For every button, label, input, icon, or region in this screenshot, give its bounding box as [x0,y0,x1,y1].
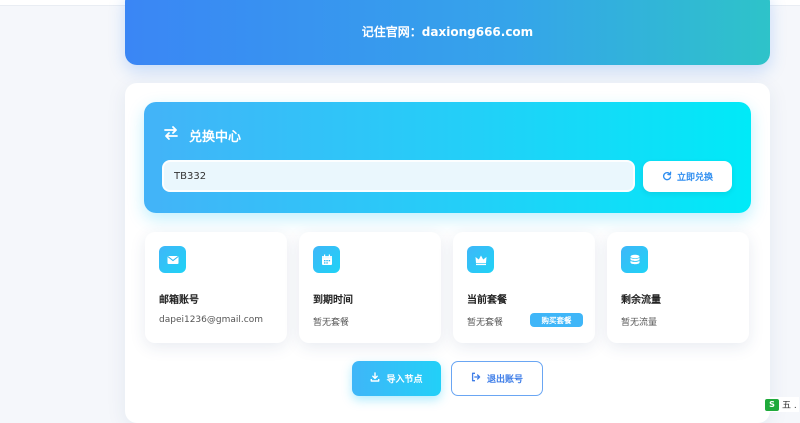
redeem-now-label: 立即兑换 [676,172,713,182]
stat-card-traffic: 剩余流量 暂无流量 [607,232,749,343]
stat-label-plan: 当前套餐 [467,295,507,306]
stat-label-email: 邮箱账号 [159,295,199,306]
refresh-icon [662,171,672,183]
calendar-icon [313,246,340,273]
swap-icon [163,125,179,145]
stat-value-traffic: 暂无流量 [621,318,658,328]
site-banner: 记住官网：daxiong666.com [125,0,770,65]
stat-value-expiry: 暂无套餐 [313,318,350,328]
redeem-panel: 兑换中心 立即兑换 [144,102,751,213]
stat-value-plan: 暂无套餐 [467,318,504,328]
banner-text: 记住官网：daxiong666.com [361,25,534,39]
download-icon [370,372,380,385]
stat-value-email: dapei1236@gmail.com [159,315,263,325]
import-nodes-label: 导入节点 [386,375,423,385]
database-icon [621,246,648,273]
redeem-header: 兑换中心 [163,125,241,145]
stat-card-email: 邮箱账号 dapei1236@gmail.com [145,232,287,343]
crown-icon [467,246,494,273]
envelope-icon [159,246,186,273]
import-nodes-button[interactable]: 导入节点 [352,361,441,396]
logout-button[interactable]: 退出账号 [451,361,543,396]
buy-plan-button[interactable]: 购买套餐 [530,313,583,327]
corner-widget[interactable]: S 五 . [763,397,799,412]
corner-text: 五 . [782,401,797,411]
app-logo-icon: S [765,398,779,411]
logout-label: 退出账号 [486,375,523,385]
redeem-title: 兑换中心 [189,129,242,145]
stat-label-traffic: 剩余流量 [621,295,661,306]
stat-label-expiry: 到期时间 [313,295,353,306]
stat-card-expiry: 到期时间 暂无套餐 [299,232,441,343]
redeem-now-button[interactable]: 立即兑换 [643,161,732,192]
main-card: 兑换中心 立即兑换 邮箱账号 dapei1236@gmail.com [125,83,770,423]
redeem-code-input[interactable] [162,160,635,192]
sign-out-icon [471,372,481,385]
stat-card-plan: 当前套餐 暂无套餐 购买套餐 [453,232,595,343]
